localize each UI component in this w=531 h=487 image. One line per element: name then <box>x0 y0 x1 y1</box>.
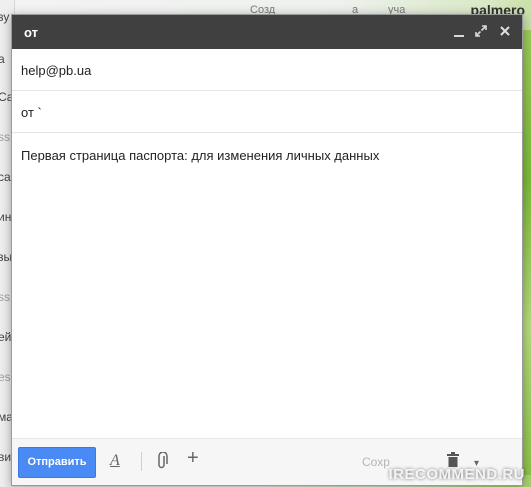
subject-text: от ` <box>21 105 42 120</box>
send-button[interactable]: Отправить <box>18 447 96 478</box>
message-body[interactable]: Первая страница паспорта: для изменения … <box>21 148 379 163</box>
compose-window: от help@pb.ua от ` Первая страница паспо… <box>11 14 523 486</box>
background-text: ss <box>0 290 10 304</box>
watermark-logo: IRECOMMEND.RU <box>388 466 525 483</box>
recipient-address: help@pb.ua <box>21 63 92 78</box>
background-text: es <box>0 370 11 384</box>
background-text: са <box>0 170 11 184</box>
toolbar-divider <box>141 452 142 471</box>
minimize-icon[interactable] <box>450 22 468 40</box>
background-text: ss <box>0 130 10 144</box>
more-options-plus-icon[interactable]: + <box>187 448 199 468</box>
compose-title: от <box>24 25 38 40</box>
background-text: ин <box>0 210 12 224</box>
formatting-icon[interactable]: A <box>110 452 120 470</box>
background-text: ви <box>0 450 12 464</box>
saved-status: Сохр <box>362 455 390 469</box>
background-text: зу <box>0 10 10 24</box>
to-field[interactable]: help@pb.ua <box>12 50 522 91</box>
background-text: а <box>0 52 5 66</box>
subject-field[interactable]: от ` <box>12 92 522 133</box>
background-text: ей <box>0 330 12 344</box>
attach-icon[interactable] <box>156 451 168 475</box>
compose-titlebar[interactable]: от <box>12 15 522 49</box>
pop-out-icon[interactable] <box>472 22 490 40</box>
close-icon[interactable] <box>496 22 514 40</box>
